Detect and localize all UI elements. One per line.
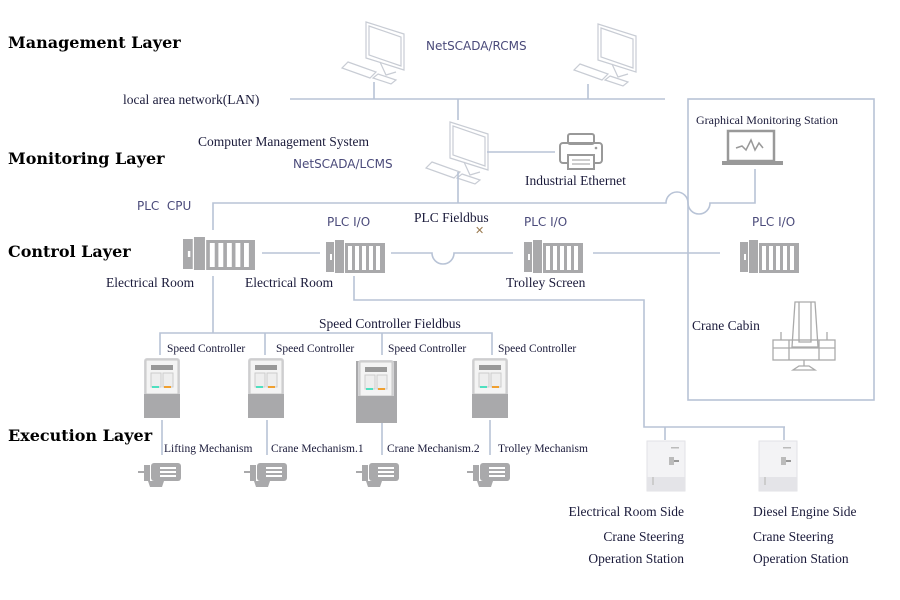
svg-text:Crane Steering: Crane Steering [603, 529, 684, 544]
graphical-monitoring-station-label: Graphical Monitoring Station [696, 113, 838, 127]
mechanism-label: Crane Mechanism.1 [271, 443, 364, 455]
motor-icon [244, 463, 287, 487]
motor-icon [467, 463, 510, 487]
mechanism-label: Crane Mechanism.2 [387, 443, 480, 455]
monitoring-layer-title: Monitoring Layer [8, 149, 165, 168]
motor-icon [138, 463, 181, 487]
svg-text:Diesel Engine Side: Diesel Engine Side [753, 504, 856, 519]
location-label: Electrical Room [106, 275, 195, 290]
plc-io-label: PLC I/O [327, 215, 370, 229]
speed-controller-label: Speed Controller [276, 343, 354, 355]
plc-cpu-label: PLC CPU [137, 199, 191, 213]
crane-cabin-label: Crane Cabin [692, 318, 760, 333]
speed-controller-fieldbus-label: Speed Controller Fieldbus [319, 316, 461, 331]
crane-cabin-icon [772, 301, 836, 371]
operation-station-icon [646, 440, 686, 492]
plc-fieldbus-label: PLC Fieldbus [414, 210, 489, 225]
speed-controller-label: Speed Controller [167, 343, 245, 355]
plc-io-rack-icon [326, 240, 385, 273]
location-label: Electrical Room [245, 275, 334, 290]
speed-controller-drive-icon [143, 357, 181, 419]
speed-controller-label: Speed Controller [388, 343, 466, 355]
speed-controller-drive-icon [471, 357, 509, 419]
svg-text:Electrical Room Side: Electrical Room Side [569, 504, 684, 519]
plc-io-label: PLC I/O [752, 215, 795, 229]
management-computer-icon [341, 21, 405, 85]
mechanism-label: Lifting Mechanism [164, 443, 253, 455]
control-layer-title: Control Layer [8, 242, 131, 261]
lan-connections [290, 82, 665, 120]
station-diesel-engine-label: Diesel Engine Side Crane Steering Operat… [753, 504, 856, 566]
cms-software-label: NetSCADA/LCMS [293, 157, 393, 171]
svg-text:Crane Steering: Crane Steering [753, 529, 834, 544]
cms-label: Computer Management System [198, 134, 369, 149]
operation-station-icon [758, 440, 798, 492]
plc-io-rack-icon [740, 240, 799, 273]
printer-icon [559, 133, 603, 170]
laptop-monitoring-icon [722, 129, 783, 165]
management-computer-icon [573, 23, 637, 87]
svg-text:Operation Station: Operation Station [588, 551, 684, 566]
plc-cpu-rack-icon [183, 237, 255, 270]
speed-controller-drive-icon [356, 359, 397, 423]
plc-io-label: PLC I/O [524, 215, 567, 229]
motor-icon [356, 463, 399, 487]
cms-computer-icon [425, 121, 489, 185]
industrial-ethernet-label: Industrial Ethernet [525, 173, 626, 188]
svg-text:Operation Station: Operation Station [753, 551, 849, 566]
speed-controller-label: Speed Controller [498, 343, 576, 355]
architecture-diagram: Management Layer Monitoring Layer Contro… [8, 21, 875, 566]
lan-label: local area network(LAN) [123, 92, 259, 107]
location-label: Trolley Screen [506, 275, 586, 290]
mechanism-label: Trolley Mechanism [498, 443, 588, 455]
plc-io-rack-icon [524, 240, 583, 273]
station-electrical-room-label: Electrical Room Side Crane Steering Oper… [569, 504, 685, 566]
management-layer-title: Management Layer [8, 33, 181, 52]
fault-mark-icon: ✕ [475, 224, 484, 237]
execution-layer-title: Execution Layer [8, 426, 153, 445]
netscada-rcms-label: NetSCADA/RCMS [426, 39, 527, 53]
speed-controller-drive-icon [247, 357, 285, 419]
